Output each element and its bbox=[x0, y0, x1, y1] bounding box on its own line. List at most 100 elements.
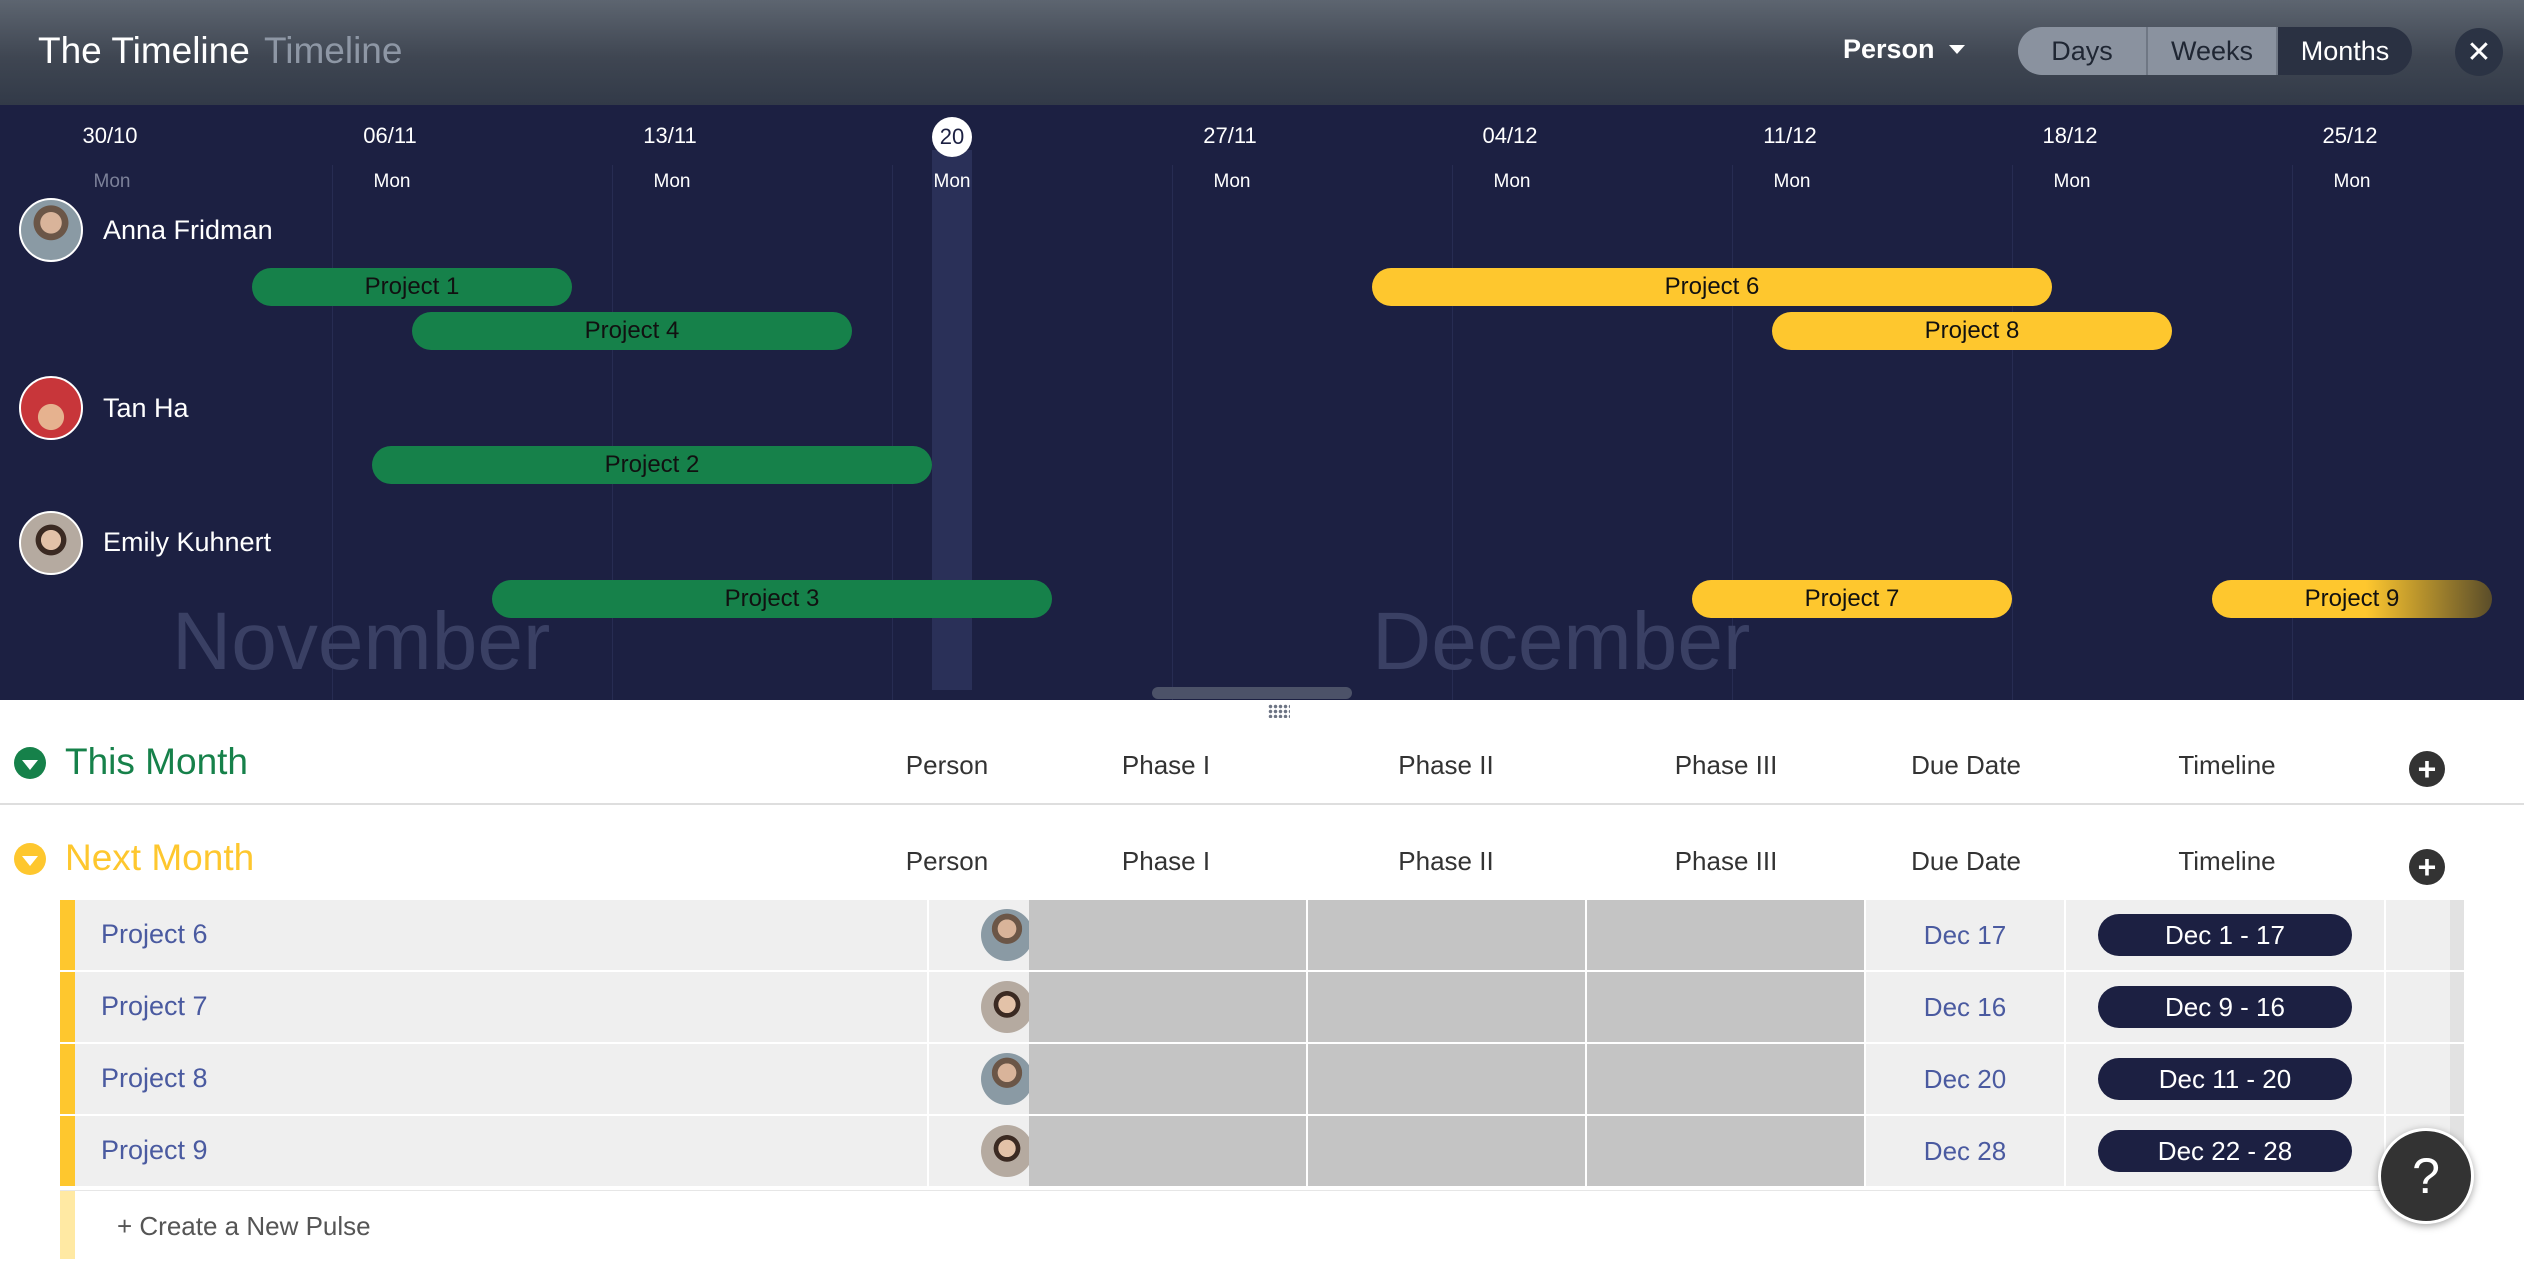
due-date-cell[interactable]: Dec 28 bbox=[1866, 1116, 2064, 1186]
avatar[interactable] bbox=[19, 511, 83, 575]
date-label: 13/11 bbox=[643, 123, 697, 148]
close-button[interactable]: ✕ bbox=[2455, 28, 2503, 76]
project-bar[interactable]: Project 8 bbox=[1772, 312, 2172, 350]
project-bar[interactable]: Project 9 bbox=[2212, 580, 2492, 618]
column-header-person[interactable]: Person bbox=[837, 750, 1057, 781]
grid-line bbox=[892, 165, 893, 700]
weekday-label: Mon bbox=[373, 171, 411, 192]
project-bar[interactable]: Project 4 bbox=[412, 312, 852, 350]
project-bar[interactable]: Project 2 bbox=[372, 446, 932, 484]
add-column-button[interactable]: + bbox=[2409, 751, 2445, 787]
table-row[interactable]: Project 9 Dec 28 Dec 22 - 28 bbox=[60, 1116, 2464, 1186]
resize-handle[interactable] bbox=[1152, 687, 1352, 699]
table-row[interactable]: Project 6 Dec 17 Dec 1 - 17 bbox=[60, 900, 2464, 970]
person-name: Emily Kuhnert bbox=[103, 527, 272, 557]
today-date-badge: 20 bbox=[932, 117, 972, 157]
phase-1-cell[interactable] bbox=[1029, 972, 1306, 1042]
timeline-pill[interactable]: Dec 22 - 28 bbox=[2098, 1130, 2352, 1172]
pulse-name[interactable]: Project 9 bbox=[101, 1135, 208, 1166]
plus-icon: + bbox=[2417, 750, 2437, 787]
project-bar[interactable]: Project 7 bbox=[1692, 580, 2012, 618]
column-header-person[interactable]: Person bbox=[837, 846, 1057, 877]
column-header-phase-2[interactable]: Phase II bbox=[1336, 750, 1556, 781]
column-header-phase-3[interactable]: Phase III bbox=[1616, 846, 1836, 877]
column-header-due-date[interactable]: Due Date bbox=[1856, 750, 2076, 781]
weekday-label: Mon bbox=[1213, 171, 1251, 192]
column-header-phase-1[interactable]: Phase I bbox=[1056, 846, 1276, 877]
date-label: 30/10 bbox=[82, 123, 138, 148]
phase-3-cell[interactable] bbox=[1587, 900, 1864, 970]
help-button[interactable]: ? bbox=[2378, 1128, 2474, 1224]
timeline-cell: Dec 1 - 17 bbox=[2066, 900, 2384, 970]
add-column-button[interactable]: + bbox=[2409, 849, 2445, 885]
create-pulse-row[interactable]: + Create a New Pulse bbox=[60, 1190, 2464, 1259]
phase-1-cell[interactable] bbox=[1029, 1116, 1306, 1186]
person-name: Anna Fridman bbox=[103, 215, 273, 245]
group-by-dropdown[interactable]: Person bbox=[1843, 34, 1965, 65]
empty-cell bbox=[2386, 1044, 2450, 1114]
create-pulse-input[interactable]: + Create a New Pulse bbox=[117, 1211, 371, 1242]
due-date-cell[interactable]: Dec 20 bbox=[1866, 1044, 2064, 1114]
view-weeks-button[interactable]: Weeks bbox=[2148, 27, 2278, 75]
pulse-name[interactable]: Project 6 bbox=[101, 919, 208, 950]
table-row[interactable]: Project 7 Dec 16 Dec 9 - 16 bbox=[60, 972, 2464, 1042]
date-label: 18/12 bbox=[2042, 123, 2098, 148]
collapse-group-button[interactable] bbox=[14, 747, 46, 779]
timeline-pill[interactable]: Dec 9 - 16 bbox=[2098, 986, 2352, 1028]
due-date: Dec 28 bbox=[1923, 1136, 2007, 1166]
column-header-timeline[interactable]: Timeline bbox=[2117, 846, 2337, 877]
timeline-pill[interactable]: Dec 11 - 20 bbox=[2098, 1058, 2352, 1100]
plus-icon: + bbox=[2417, 848, 2437, 885]
person-name: Tan Ha bbox=[103, 393, 189, 423]
divider bbox=[0, 803, 2524, 805]
board-title[interactable]: The Timeline bbox=[38, 30, 250, 72]
group-header-this-month: This Month Person Phase I Phase II Phase… bbox=[0, 733, 2524, 793]
avatar[interactable] bbox=[981, 981, 1033, 1033]
weekday-label: Mon bbox=[93, 171, 131, 192]
close-icon: ✕ bbox=[2466, 35, 2492, 69]
phase-2-cell[interactable] bbox=[1308, 900, 1585, 970]
collapse-group-button[interactable] bbox=[14, 843, 46, 875]
phase-1-cell[interactable] bbox=[1029, 1044, 1306, 1114]
avatar[interactable] bbox=[981, 909, 1033, 961]
month-watermark: November bbox=[172, 596, 551, 687]
column-header-due-date[interactable]: Due Date bbox=[1856, 846, 2076, 877]
column-header-phase-3[interactable]: Phase III bbox=[1616, 750, 1836, 781]
group-title[interactable]: This Month bbox=[65, 741, 248, 783]
table-row[interactable]: Project 8 Dec 20 Dec 11 - 20 bbox=[60, 1044, 2464, 1114]
due-date-cell[interactable]: Dec 16 bbox=[1866, 972, 2064, 1042]
due-date-cell[interactable]: Dec 17 bbox=[1866, 900, 2064, 970]
drag-grip-icon[interactable] bbox=[1268, 704, 1290, 718]
project-bar[interactable]: Project 3 bbox=[492, 580, 1052, 618]
avatar[interactable] bbox=[981, 1053, 1033, 1105]
avatar[interactable] bbox=[19, 198, 83, 262]
chevron-down-icon bbox=[1948, 45, 1965, 54]
row-edge bbox=[2450, 900, 2464, 970]
phase-2-cell[interactable] bbox=[1308, 1116, 1585, 1186]
project-bar[interactable]: Project 1 bbox=[252, 268, 572, 306]
project-bar[interactable]: Project 6 bbox=[1372, 268, 2052, 306]
month-watermark: December bbox=[1372, 596, 1751, 687]
avatar[interactable] bbox=[19, 376, 83, 440]
phase-2-cell[interactable] bbox=[1308, 972, 1585, 1042]
timeline-pill[interactable]: Dec 1 - 17 bbox=[2098, 914, 2352, 956]
phase-3-cell[interactable] bbox=[1587, 972, 1864, 1042]
group-title[interactable]: Next Month bbox=[65, 837, 254, 879]
view-days-button[interactable]: Days bbox=[2018, 27, 2148, 75]
phase-2-cell[interactable] bbox=[1308, 1044, 1585, 1114]
chevron-down-icon bbox=[22, 759, 38, 770]
row-edge bbox=[2450, 972, 2464, 1042]
pulse-name[interactable]: Project 8 bbox=[101, 1063, 208, 1094]
phase-1-cell[interactable] bbox=[1029, 900, 1306, 970]
column-header-phase-2[interactable]: Phase II bbox=[1336, 846, 1556, 877]
view-months-button[interactable]: Months bbox=[2278, 27, 2412, 75]
phase-3-cell[interactable] bbox=[1587, 1044, 1864, 1114]
column-header-timeline[interactable]: Timeline bbox=[2117, 750, 2337, 781]
avatar[interactable] bbox=[981, 1125, 1033, 1177]
date-label: 06/11 bbox=[363, 123, 417, 148]
pulse-name[interactable]: Project 7 bbox=[101, 991, 208, 1022]
column-header-phase-1[interactable]: Phase I bbox=[1056, 750, 1276, 781]
phase-3-cell[interactable] bbox=[1587, 1116, 1864, 1186]
weekday-label: Mon bbox=[1493, 171, 1531, 192]
group-color-stripe bbox=[60, 1116, 75, 1186]
